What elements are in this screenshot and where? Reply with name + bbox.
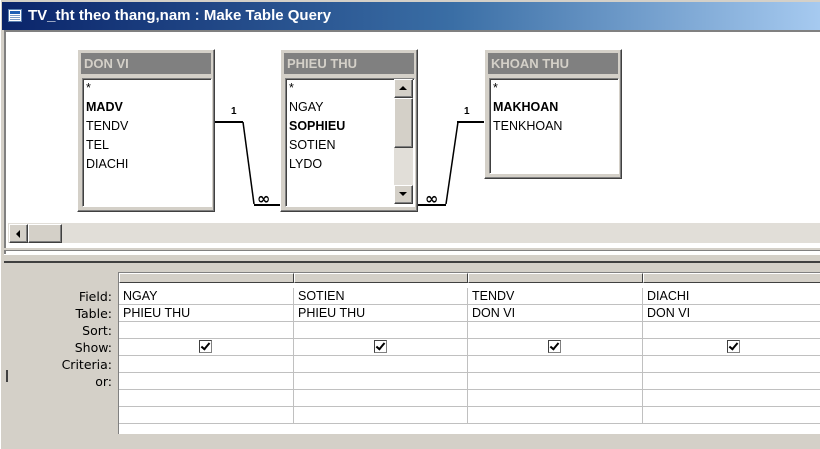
column-selector[interactable] — [119, 273, 294, 283]
left-edge-marker — [6, 370, 8, 382]
join-one-label: 1 — [231, 106, 237, 117]
pane-splitter[interactable] — [4, 254, 820, 263]
join-line[interactable] — [444, 120, 460, 206]
field-item-all[interactable]: * — [83, 79, 211, 98]
field-list-phieu-thu[interactable]: PHIEU THU * NGAY SOPHIEU SOTIEN LYDO — [280, 49, 418, 212]
field-list-title[interactable]: KHOAN THU — [488, 53, 618, 74]
field-list-items[interactable]: * MADV TENDV TEL DIACHI — [82, 78, 212, 207]
query-design-grid[interactable]: NGAY PHIEU THU SOTIEN PHIEU THU TENDV DO… — [118, 272, 820, 434]
row-label-or: or: — [95, 374, 112, 389]
grid-cell-criteria[interactable] — [119, 356, 294, 373]
grid-cell-field[interactable]: DIACHI — [643, 288, 820, 305]
grid-cell-sort[interactable] — [119, 322, 294, 339]
grid-cell-sort[interactable] — [643, 322, 820, 339]
row-label-show: Show: — [74, 340, 112, 355]
grid-cell-criteria[interactable] — [294, 356, 468, 373]
join-line[interactable] — [215, 121, 243, 123]
grid-cell-field[interactable]: SOTIEN — [294, 288, 468, 305]
grid-cell-empty[interactable] — [119, 407, 294, 424]
join-line[interactable] — [457, 121, 484, 123]
arrow-up-icon — [399, 86, 407, 90]
grid-cell-show[interactable] — [294, 339, 468, 356]
grid-cell-table[interactable]: PHIEU THU — [119, 305, 294, 322]
field-list-items[interactable]: * MAKHOAN TENKHOAN — [489, 78, 619, 174]
field-list-title[interactable]: DON VI — [81, 53, 211, 74]
grid-cell-empty[interactable] — [468, 390, 643, 407]
column-selector[interactable] — [643, 273, 820, 283]
grid-cell-or[interactable] — [643, 373, 820, 390]
grid-cell-show[interactable] — [643, 339, 820, 356]
grid-cell-or[interactable] — [294, 373, 468, 390]
grid-cell-table[interactable]: DON VI — [468, 305, 643, 322]
show-checkbox[interactable] — [199, 340, 212, 353]
title-bar[interactable]: TV_tht theo thang,nam : Make Table Query — [2, 2, 820, 30]
arrow-left-icon — [16, 230, 20, 238]
field-list-title[interactable]: PHIEU THU — [284, 53, 414, 74]
show-checkbox[interactable] — [548, 340, 561, 353]
vertical-scroll-thumb[interactable] — [394, 98, 413, 148]
window-title: TV_tht theo thang,nam : Make Table Query — [28, 7, 332, 24]
pane-divider — [4, 248, 820, 251]
grid-cell-or[interactable] — [119, 373, 294, 390]
grid-cell-table[interactable]: PHIEU THU — [294, 305, 468, 322]
field-list-khoan-thu[interactable]: KHOAN THU * MAKHOAN TENKHOAN — [484, 49, 622, 179]
field-list-don-vi[interactable]: DON VI * MADV TENDV TEL DIACHI — [77, 49, 215, 212]
grid-cell-empty[interactable] — [294, 390, 468, 407]
field-item-tel[interactable]: TEL — [83, 136, 211, 155]
arrow-down-icon — [399, 192, 407, 196]
row-label-table: Table: — [75, 306, 112, 321]
grid-cell-or[interactable] — [468, 373, 643, 390]
row-label-sort: Sort: — [82, 323, 112, 338]
field-item-tenkhoan[interactable]: TENKHOAN — [490, 117, 618, 136]
grid-cell-show[interactable] — [119, 339, 294, 356]
column-selector[interactable] — [294, 273, 468, 283]
scroll-down-button[interactable] — [394, 185, 413, 204]
show-checkbox[interactable] — [374, 340, 387, 353]
grid-cell-empty[interactable] — [468, 407, 643, 424]
grid-cell-table[interactable]: DON VI — [643, 305, 820, 322]
horizontal-scroll-track[interactable] — [8, 223, 820, 243]
column-selector[interactable] — [468, 273, 643, 283]
grid-cell-criteria[interactable] — [468, 356, 643, 373]
grid-cell-field[interactable]: NGAY — [119, 288, 294, 305]
join-many-label: ∞ — [425, 189, 439, 208]
join-one-label: 1 — [464, 106, 470, 117]
horizontal-scroll-thumb[interactable] — [28, 224, 62, 243]
grid-cell-empty[interactable] — [119, 390, 294, 407]
show-checkbox[interactable] — [727, 340, 740, 353]
row-label-field: Field: — [78, 289, 112, 304]
table-query-icon — [8, 9, 22, 22]
scroll-left-button[interactable] — [9, 224, 28, 243]
grid-cell-show[interactable] — [468, 339, 643, 356]
field-item-madv[interactable]: MADV — [83, 98, 211, 117]
grid-cell-empty[interactable] — [294, 407, 468, 424]
field-item-diachi[interactable]: DIACHI — [83, 155, 211, 174]
grid-cell-criteria[interactable] — [643, 356, 820, 373]
grid-row-labels: Field: Table: Sort: Show: Criteria: or: — [0, 288, 113, 408]
field-list-items[interactable]: * NGAY SOPHIEU SOTIEN LYDO — [285, 78, 415, 207]
scroll-up-button[interactable] — [394, 79, 413, 98]
field-item-tendv[interactable]: TENDV — [83, 117, 211, 136]
grid-cell-field[interactable]: TENDV — [468, 288, 643, 305]
grid-cell-empty[interactable] — [643, 390, 820, 407]
row-label-criteria: Criteria: — [61, 357, 112, 372]
join-line[interactable] — [242, 120, 256, 206]
join-many-label: ∞ — [257, 189, 271, 208]
grid-cell-sort[interactable] — [294, 322, 468, 339]
field-item-all[interactable]: * — [490, 79, 618, 98]
field-item-makhoan[interactable]: MAKHOAN — [490, 98, 618, 117]
grid-cell-sort[interactable] — [468, 322, 643, 339]
grid-cell-empty[interactable] — [643, 407, 820, 424]
